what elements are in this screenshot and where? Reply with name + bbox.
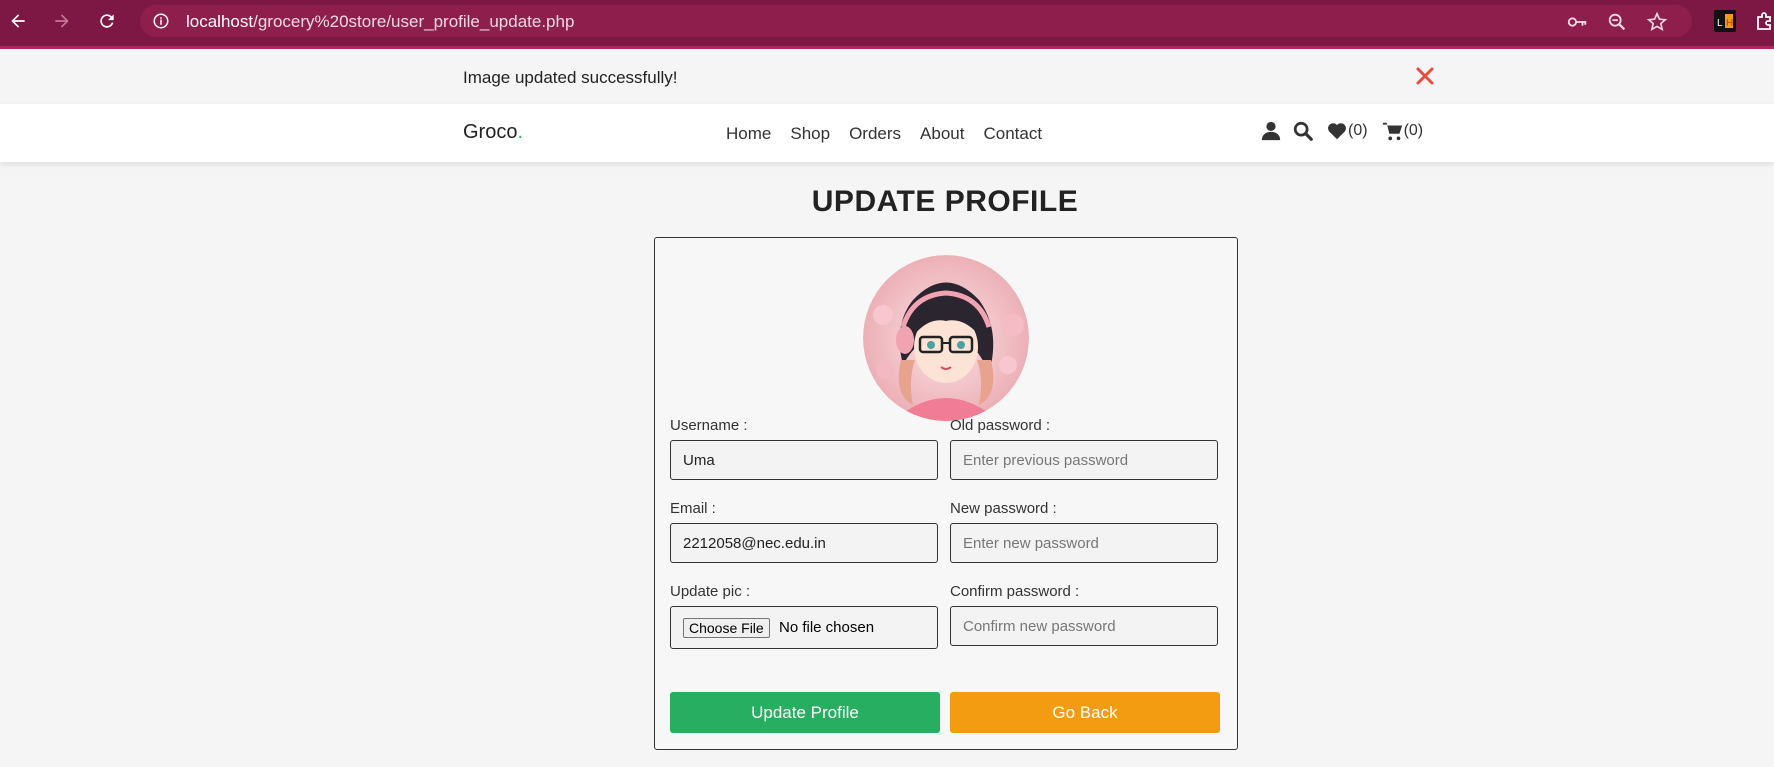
email-field[interactable]: [670, 523, 938, 563]
username-field[interactable]: [670, 440, 938, 480]
address-bar[interactable]: localhost/grocery%20store/user_profile_u…: [140, 5, 1692, 37]
cart-icon: [1382, 122, 1402, 141]
svg-text:L: L: [1717, 18, 1723, 29]
forward-icon[interactable]: [48, 7, 76, 35]
search-icon[interactable]: [1292, 120, 1314, 142]
alert-message: Image updated successfully!: [463, 68, 678, 87]
choose-file-button[interactable]: Choose File: [683, 618, 770, 638]
alert-banner: Image updated successfully!: [0, 52, 1774, 104]
wishlist-count: (0): [1348, 122, 1368, 139]
new-password-field[interactable]: [950, 523, 1218, 563]
logo[interactable]: Groco.: [463, 121, 523, 144]
new-password-label: New password :: [950, 500, 1057, 517]
nav-contact[interactable]: Contact: [983, 124, 1042, 144]
password-key-icon[interactable]: [1566, 11, 1588, 33]
user-icon[interactable]: [1260, 120, 1282, 142]
svg-text:H: H: [1726, 18, 1733, 29]
update-profile-form: Username : Email : Update pic : Choose F…: [654, 237, 1238, 750]
page-title: UPDATE PROFILE: [811, 185, 1079, 218]
update-pic-file-input[interactable]: Choose File No file chosen: [670, 606, 938, 649]
update-pic-label: Update pic :: [670, 583, 751, 600]
confirm-password-field[interactable]: [950, 606, 1218, 646]
wishlist-link[interactable]: (0): [1326, 120, 1368, 142]
extensions-puzzle-icon[interactable]: [1754, 10, 1774, 32]
cart-count: (0): [1403, 122, 1424, 139]
avatar: [863, 255, 1029, 421]
old-password-field[interactable]: [950, 440, 1218, 480]
url-text[interactable]: localhost/grocery%20store/user_profile_u…: [186, 12, 574, 32]
update-profile-button[interactable]: Update Profile: [670, 692, 940, 733]
site-header: Groco. Home Shop Orders About Contact (0…: [0, 104, 1774, 162]
bookmark-star-icon[interactable]: [1646, 11, 1668, 33]
site-info-icon[interactable]: [152, 12, 170, 30]
email-label: Email :: [670, 500, 716, 517]
nav-orders[interactable]: Orders: [849, 124, 901, 144]
header-icons: (0) (0): [1260, 120, 1423, 142]
nav-about[interactable]: About: [920, 124, 964, 144]
nav-home[interactable]: Home: [726, 124, 771, 144]
zoom-out-icon[interactable]: [1606, 11, 1628, 33]
username-label: Username :: [670, 417, 748, 434]
cart-link[interactable]: (0): [1382, 120, 1424, 142]
heart-icon: [1328, 123, 1346, 140]
nav-shop[interactable]: Shop: [790, 124, 830, 144]
browser-toolbar: localhost/grocery%20store/user_profile_u…: [0, 0, 1774, 49]
back-icon[interactable]: [4, 7, 32, 35]
lighthouse-extension-icon[interactable]: LH: [1714, 10, 1736, 32]
close-icon[interactable]: [1413, 64, 1437, 88]
confirm-password-label: Confirm password :: [950, 583, 1080, 600]
old-password-label: Old password :: [950, 417, 1051, 434]
go-back-button[interactable]: Go Back: [950, 692, 1220, 733]
no-file-text: No file chosen: [779, 619, 875, 636]
reload-icon[interactable]: [93, 7, 121, 35]
main-nav: Home Shop Orders About Contact: [726, 124, 1061, 144]
